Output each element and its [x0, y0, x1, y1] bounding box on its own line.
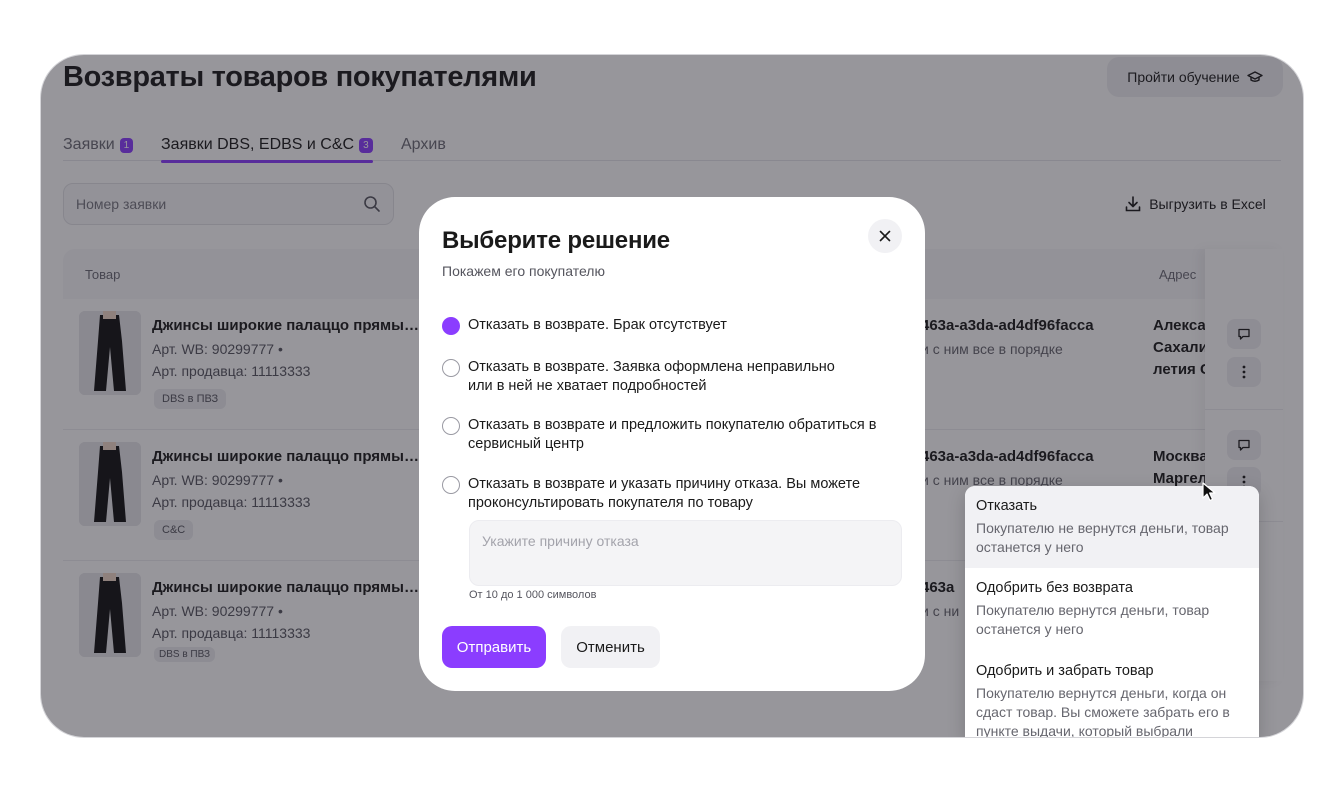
menu-item-description: Покупателю не вернутся деньги, товар ост…	[976, 520, 1229, 555]
modal-subtitle: Покажем его покупателю	[442, 263, 605, 279]
close-icon	[879, 230, 891, 242]
reason-hint: От 10 до 1 000 символов	[469, 589, 597, 601]
radio-button[interactable]	[442, 417, 460, 435]
close-button[interactable]	[868, 219, 902, 253]
decision-modal: Выберите решение Покажем его покупателю …	[419, 197, 925, 691]
menu-item-approve-no-return[interactable]: Одобрить без возврата Покупателю вернутс…	[965, 568, 1259, 651]
reason-textarea[interactable]	[469, 520, 902, 586]
option-service-center[interactable]: Отказать в возврате и предложить покупат…	[442, 416, 902, 454]
option-label: Отказать в возврате. Заявка оформлена не…	[468, 359, 835, 394]
modal-title: Выберите решение	[442, 227, 670, 254]
option-no-defect[interactable]: Отказать в возврате. Брак отсутствует	[442, 316, 902, 335]
submit-button[interactable]: Отправить	[442, 626, 546, 668]
mouse-cursor-icon	[1202, 482, 1216, 502]
option-label: Отказать в возврате. Брак отсутствует	[468, 317, 727, 333]
option-invalid-request[interactable]: Отказать в возврате. Заявка оформлена не…	[442, 358, 862, 396]
cancel-button[interactable]: Отменить	[561, 626, 660, 668]
radio-button[interactable]	[442, 317, 460, 335]
option-label: Отказать в возврате и указать причину от…	[468, 476, 861, 511]
menu-item-title: Одобрить без возврата	[976, 580, 1133, 596]
option-custom-reason[interactable]: Отказать в возврате и указать причину от…	[442, 475, 902, 513]
menu-item-approve-and-collect[interactable]: Одобрить и забрать товар Покупателю верн…	[965, 651, 1259, 738]
actions-dropdown-menu: Отказать Покупателю не вернутся деньги, …	[965, 486, 1259, 738]
radio-button[interactable]	[442, 359, 460, 377]
option-label: Отказать в возврате и предложить покупат…	[468, 417, 877, 452]
menu-item-title: Одобрить и забрать товар	[976, 663, 1154, 679]
menu-item-description: Покупателю вернутся деньги, товар остане…	[976, 602, 1210, 637]
radio-button[interactable]	[442, 476, 460, 494]
menu-item-description: Покупателю вернутся деньги, когда он сда…	[976, 685, 1230, 738]
